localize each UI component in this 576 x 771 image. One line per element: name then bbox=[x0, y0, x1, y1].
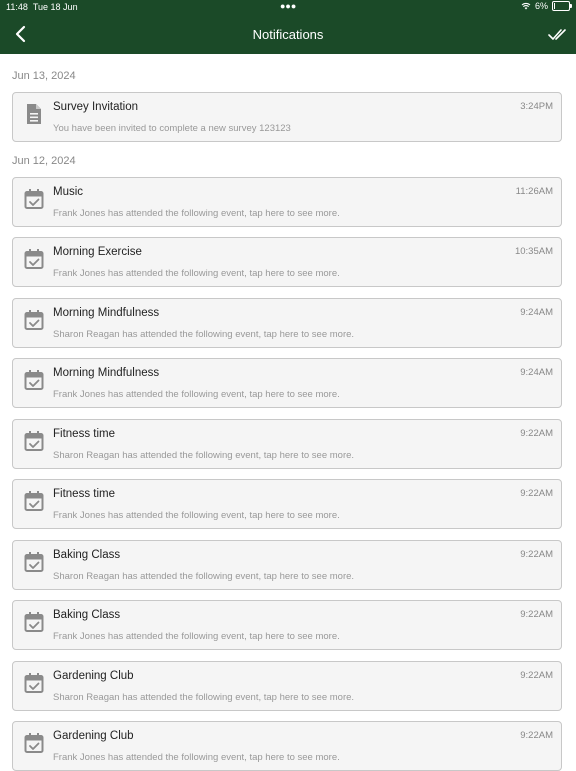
notification-message: Frank Jones has attended the following e… bbox=[53, 631, 340, 642]
notification-time: 9:22AM bbox=[520, 609, 553, 620]
calendar-check-icon bbox=[24, 369, 44, 391]
notification-item[interactable]: Fitness time 9:22AM Frank Jones has attend… bbox=[12, 479, 562, 529]
notification-message: Frank Jones has attended the following e… bbox=[53, 389, 340, 400]
notification-title: Morning Mindfulness bbox=[53, 306, 160, 319]
status-date: Tue 18 Jun bbox=[32, 2, 78, 12]
notification-item[interactable]: Gardening Club 9:22AM Frank Jones has atte… bbox=[12, 721, 562, 771]
notification-time: 11:26AM bbox=[515, 185, 553, 197]
mark-all-read-button[interactable] bbox=[548, 25, 568, 43]
calendar-check-icon bbox=[24, 611, 44, 633]
nav-bar: 11:48 Tue 18 Jun ●●● 6% Notifications bbox=[0, 0, 576, 54]
notification-title: Gardening Club bbox=[53, 730, 134, 742]
notification-item[interactable]: Baking Class 9:22AM Sharon Reagan has atte… bbox=[12, 539, 562, 590]
date-header: Jun 12, 2024 bbox=[12, 154, 76, 167]
page-title: Notifications bbox=[252, 27, 324, 42]
notification-message: Sharon Reagan has attended the following… bbox=[53, 691, 355, 703]
multitask-dots-icon[interactable]: ●●● bbox=[280, 1, 296, 11]
notification-time: 9:22AM bbox=[520, 427, 553, 439]
notification-item[interactable]: Baking Class 9:22AM Frank Jones has attend… bbox=[12, 600, 562, 650]
date-header: Jun 13, 2024 bbox=[12, 70, 76, 82]
notification-time: 9:24AM bbox=[520, 306, 553, 318]
notification-title: Survey Invitation bbox=[53, 101, 139, 113]
notification-title: Fitness time bbox=[53, 488, 115, 500]
battery-percent: 6% bbox=[534, 1, 548, 11]
notification-time: 10:35AM bbox=[514, 246, 553, 257]
notification-item[interactable]: Morning Exercise 10:35AM Frank Jones has a… bbox=[12, 237, 562, 287]
notification-item[interactable]: Survey Invitation 3:24PM You have been inv… bbox=[12, 92, 562, 142]
notification-message: Frank Jones has attended the following e… bbox=[53, 268, 340, 279]
status-right: 6% bbox=[521, 1, 572, 11]
notification-time: 9:22AM bbox=[520, 548, 553, 560]
notification-time: 9:22AM bbox=[520, 730, 553, 741]
notification-message: Frank Jones has attended the following e… bbox=[53, 752, 340, 763]
notification-message: Frank Jones has attended the following e… bbox=[53, 207, 340, 219]
calendar-check-icon bbox=[24, 309, 44, 331]
notification-item[interactable]: Morning Mindfulness 9:24AM Sharon Reagan h… bbox=[12, 297, 562, 348]
notification-title: Music bbox=[53, 185, 84, 198]
notification-message: Sharon Reagan has attended the following… bbox=[53, 570, 355, 582]
calendar-check-icon bbox=[24, 430, 44, 452]
status-clock: 11:48 bbox=[6, 2, 28, 12]
notification-item[interactable]: Music 11:26AM Frank Jones has attended the… bbox=[12, 176, 562, 227]
calendar-check-icon bbox=[24, 672, 44, 694]
notification-time: 9:22AM bbox=[520, 669, 553, 681]
battery-icon bbox=[552, 1, 572, 11]
calendar-check-icon bbox=[24, 188, 44, 210]
notification-title: Fitness time bbox=[53, 427, 115, 440]
notification-time: 3:24PM bbox=[520, 101, 553, 112]
notification-title: Morning Exercise bbox=[53, 246, 142, 258]
notification-item[interactable]: Fitness time 9:22AM Sharon Reagan has atte… bbox=[12, 418, 562, 469]
calendar-check-icon bbox=[24, 248, 44, 270]
notification-title: Baking Class bbox=[53, 609, 121, 621]
document-icon bbox=[24, 103, 44, 125]
notification-message: Sharon Reagan has attended the following… bbox=[53, 449, 355, 461]
notification-item[interactable]: Morning Mindfulness 9:24AM Frank Jones has… bbox=[12, 358, 562, 408]
notification-message: You have been invited to complete a new … bbox=[53, 123, 291, 134]
calendar-check-icon bbox=[24, 551, 44, 573]
calendar-check-icon bbox=[24, 490, 44, 512]
notification-time: 9:24AM bbox=[520, 367, 553, 378]
calendar-check-icon bbox=[24, 732, 44, 754]
notification-title: Morning Mindfulness bbox=[53, 367, 160, 379]
notification-title: Baking Class bbox=[53, 548, 121, 561]
notification-message: Sharon Reagan has attended the following… bbox=[53, 328, 355, 340]
notification-time: 9:22AM bbox=[520, 488, 553, 499]
status-time: 11:48 Tue 18 Jun bbox=[6, 2, 78, 12]
battery-level bbox=[554, 3, 555, 9]
notification-message: Frank Jones has attended the following e… bbox=[53, 510, 340, 521]
wifi-icon bbox=[521, 2, 531, 10]
notification-item[interactable]: Gardening Club 9:22AM Sharon Reagan has at… bbox=[12, 660, 562, 711]
notification-title: Gardening Club bbox=[53, 669, 134, 682]
